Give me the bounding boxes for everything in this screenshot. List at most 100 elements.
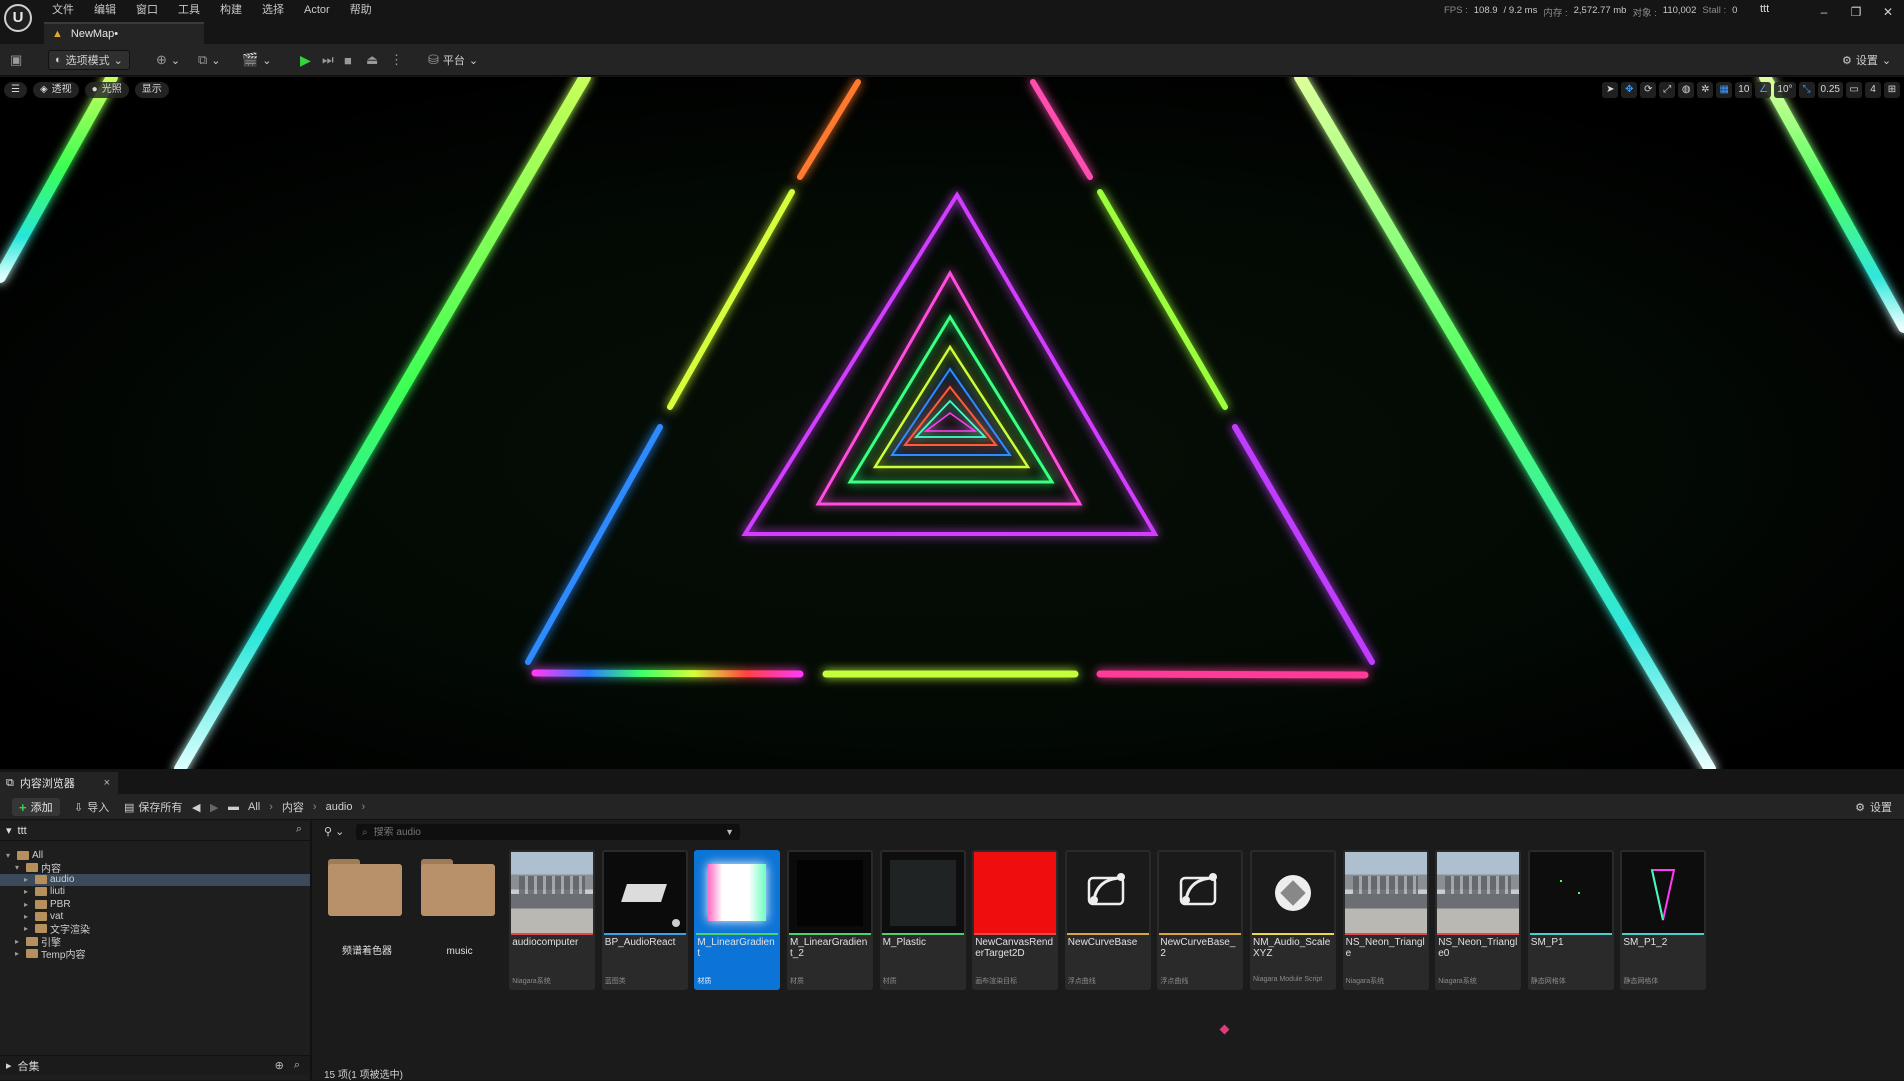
minimize-icon[interactable]: – <box>1808 0 1840 24</box>
scale-snap-icon[interactable]: ⤡ <box>1798 82 1815 98</box>
restore-icon[interactable]: ❐ <box>1840 0 1872 24</box>
stop-button[interactable]: ■ <box>344 50 352 70</box>
content-browser-settings[interactable]: ⚙ 设置 <box>1855 798 1892 816</box>
search-input[interactable] <box>373 826 704 838</box>
tree-root-header[interactable]: ▾ ttt ⌕ <box>0 821 312 841</box>
chevron-down-icon[interactable]: ▾ <box>15 863 23 872</box>
status-text: 15 项(1 项被选中) <box>324 1070 403 1081</box>
save-all-button[interactable]: ▤ 保存所有 <box>124 798 182 816</box>
folder-tile[interactable]: music <box>417 850 503 990</box>
filter-button[interactable]: ⚲ ⌄ <box>324 825 344 838</box>
chevron-right-icon[interactable]: ▸ <box>15 949 23 958</box>
viewport-menu-button[interactable]: ☰ <box>4 82 27 98</box>
asset-tile[interactable]: NS_Neon_Triangle Niagara系统 <box>1342 850 1429 990</box>
level-tab[interactable]: ▲ NewMap• <box>44 22 204 44</box>
asset-tile[interactable]: M_LinearGradient 材质 <box>694 850 781 990</box>
more-options-icon[interactable]: ⋮ <box>390 50 403 70</box>
menu-item[interactable]: 窗口 <box>128 2 166 18</box>
content-browser: ⧉ 内容浏览器 × + 添加 ⇩ 导入 ▤ 保存所有 ◀ ▶ ▬ All › 内… <box>0 770 1904 1081</box>
back-icon[interactable]: ◀ <box>192 798 200 816</box>
tree-node[interactable]: ▸ Temp内容 <box>15 947 85 961</box>
close-icon[interactable]: ✕ <box>1872 0 1904 24</box>
chevron-right-icon[interactable]: ▸ <box>15 937 23 946</box>
breadcrumb-content[interactable]: 内容 <box>282 799 304 815</box>
add-actor-button[interactable]: ⊕ ⌄ <box>156 50 180 70</box>
menu-item[interactable]: 文件 <box>44 2 82 18</box>
chevron-right-icon[interactable]: ▸ <box>24 900 32 909</box>
menu-item[interactable]: 帮助 <box>342 2 380 18</box>
asset-tile[interactable]: NM_Audio_ScaleXYZ Niagara Module Script <box>1250 850 1336 990</box>
asset-tile[interactable]: SM_P1_2 静态网格体 <box>1620 850 1707 990</box>
close-tab-icon[interactable]: × <box>104 777 110 789</box>
tree-node[interactable]: ▸ audio <box>24 874 74 886</box>
forward-icon[interactable]: ▶ <box>210 798 218 816</box>
rotation-snap-icon[interactable]: ∠ <box>1755 82 1772 98</box>
play-button[interactable]: ▶ <box>300 50 311 70</box>
asset-tile[interactable]: NS_Neon_Triangle0 Niagara系统 <box>1435 850 1522 990</box>
menu-item[interactable]: 构建 <box>212 2 250 18</box>
import-button[interactable]: ⇩ 导入 <box>74 798 109 816</box>
save-icon[interactable]: ▣ <box>10 50 22 70</box>
select-mode-icon[interactable]: ➤ <box>1602 82 1619 98</box>
show-button[interactable]: 显示 <box>134 82 169 98</box>
folder-tile[interactable]: 频谱着色器 <box>324 850 410 990</box>
cube-icon: ◈ <box>39 84 48 95</box>
menu-item[interactable]: Actor <box>296 2 338 18</box>
asset-tile[interactable]: audiocomputer Niagara系统 <box>509 850 596 990</box>
chevron-down-icon[interactable]: ▾ <box>6 851 14 860</box>
camera-speed-value[interactable]: 4 <box>1865 82 1881 98</box>
perspective-button[interactable]: ◈ 透视 <box>32 82 79 98</box>
tree-node[interactable]: ▸ PBR <box>24 898 71 910</box>
tree-node[interactable]: ▾ 内容 <box>15 861 61 875</box>
eject-button[interactable]: ⏏ <box>366 50 378 70</box>
grid-snap-icon[interactable]: ▦ <box>1716 82 1733 98</box>
asset-tile[interactable]: NewCurveBase_2 浮点曲线 <box>1157 850 1244 990</box>
tree-node[interactable]: ▸ liuti <box>24 886 65 898</box>
scale-icon[interactable]: ⤢ <box>1659 82 1676 98</box>
grid-snap-value[interactable]: 10 <box>1735 82 1753 98</box>
asset-tile[interactable]: SM_P1 静态网格体 <box>1527 850 1614 990</box>
asset-tile[interactable]: M_LinearGradient_2 材质 <box>787 850 873 990</box>
breadcrumb-audio[interactable]: audio <box>326 801 353 813</box>
asset-tile[interactable]: M_Plastic 材质 <box>879 850 966 990</box>
menu-item[interactable]: 工具 <box>170 2 208 18</box>
unreal-logo[interactable]: U <box>4 4 32 32</box>
collections-bar[interactable]: ▸ 合集 ⊕ ⌕ <box>0 1055 310 1075</box>
chevron-down-icon: ▾ <box>6 825 12 837</box>
asset-type: Niagara Module Script <box>1253 976 1323 983</box>
cinematics-button[interactable]: 🎬 ⌄ <box>242 50 271 70</box>
search-icon[interactable]: ⌕ <box>296 823 302 836</box>
lit-button[interactable]: ● 光照 <box>84 82 129 98</box>
chevron-right-icon[interactable]: ▸ <box>24 924 32 933</box>
search-icon[interactable]: ⌕ <box>294 1059 300 1072</box>
add-collection-icon[interactable]: ⊕ <box>275 1059 284 1072</box>
asset-tile[interactable]: NewCanvasRenderTarget2D 画布渲染目标 <box>972 850 1059 990</box>
layout-icon[interactable]: ⊞ <box>1884 82 1900 98</box>
chevron-right-icon[interactable]: ▸ <box>24 875 32 884</box>
rotation-snap-value[interactable]: 10° <box>1774 82 1796 98</box>
tree-node[interactable]: ▾ All <box>6 849 43 861</box>
scale-snap-value[interactable]: 0.25 <box>1817 82 1843 98</box>
mode-dropdown[interactable]: ◐ 选项模式 ⌄ <box>48 50 130 70</box>
add-button[interactable]: + 添加 <box>12 798 60 816</box>
translate-icon[interactable]: ✥ <box>1621 82 1638 98</box>
menu-item[interactable]: 选择 <box>254 2 292 18</box>
chevron-right-icon[interactable]: ▸ <box>24 912 32 921</box>
level-viewport[interactable]: ☰ ◈ 透视 ● 光照 显示 ➤ ✥ ⟳ ⤢ ◍ ✲ ▦ 10 ∠ 10° ⤡ … <box>0 77 1904 769</box>
step-button[interactable]: ⏭ <box>322 50 334 70</box>
chevron-right-icon: ▸ <box>6 1060 12 1072</box>
blueprint-button[interactable]: ⧉ ⌄ <box>198 50 221 70</box>
settings-button[interactable]: ⚙ 设置 ⌄ <box>1842 50 1891 70</box>
chevron-down-icon[interactable]: ▼ <box>725 827 734 837</box>
breadcrumb-all[interactable]: All <box>248 801 260 813</box>
platform-dropdown[interactable]: ⛁ 平台 ⌄ <box>428 50 478 70</box>
camera-speed-icon[interactable]: ▭ <box>1846 82 1862 98</box>
chevron-right-icon[interactable]: ▸ <box>24 887 32 896</box>
world-space-icon[interactable]: ◍ <box>1678 82 1695 98</box>
menu-item[interactable]: 编辑 <box>86 2 124 18</box>
rotate-icon[interactable]: ⟳ <box>1640 82 1657 98</box>
content-browser-tab[interactable]: ⧉ 内容浏览器 × <box>0 772 118 794</box>
asset-tile[interactable]: NewCurveBase 浮点曲线 <box>1064 850 1151 990</box>
surface-snap-icon[interactable]: ✲ <box>1697 82 1714 98</box>
asset-tile[interactable]: BP_AudioReact 蓝图类 <box>601 850 688 990</box>
